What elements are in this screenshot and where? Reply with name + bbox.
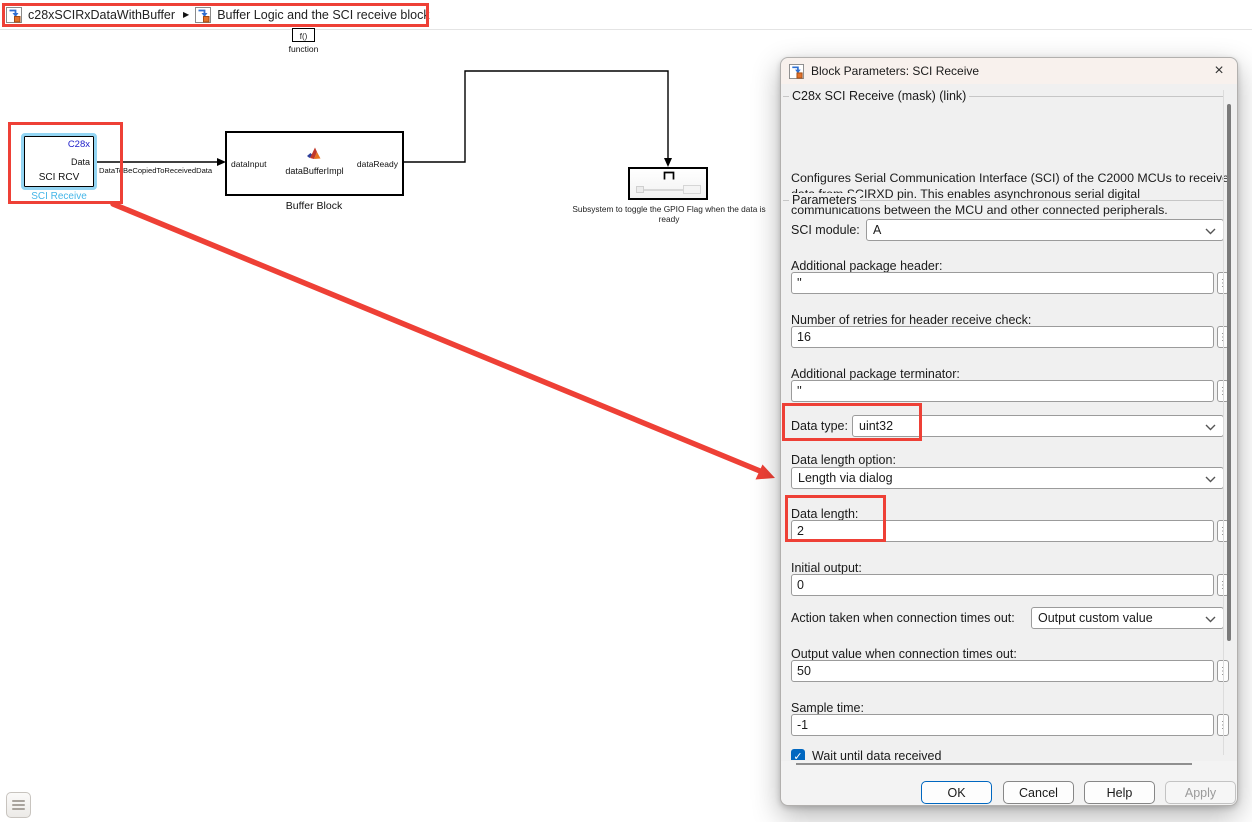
- package-terminator-input[interactable]: [791, 380, 1214, 402]
- matlab-logo-icon: [307, 146, 324, 160]
- data-length-option-label: Data length option:: [791, 453, 896, 467]
- initial-output-input[interactable]: [791, 574, 1214, 596]
- pulse-icon: [663, 171, 675, 180]
- breadcrumb: c28xSCIRxDataWithBuffer ▶ Buffer Logic a…: [0, 0, 1252, 30]
- chevron-down-icon: [1205, 424, 1216, 431]
- package-terminator-label: Additional package terminator:: [791, 367, 960, 381]
- data-length-option-select[interactable]: Length via dialog: [791, 467, 1224, 489]
- gpio-toggle-subsystem-block[interactable]: [628, 167, 708, 200]
- chevron-down-icon: [1205, 616, 1216, 623]
- subsystem-caption: Subsystem to toggle the GPIO Flag when t…: [563, 204, 775, 224]
- sci-receive-block[interactable]: C28x Data SCI RCV: [24, 136, 94, 187]
- block-parameters-dialog: Block Parameters: SCI Receive × C28x SCI…: [780, 57, 1238, 806]
- mask-group-title: C28x SCI Receive (mask) (link): [789, 89, 969, 103]
- sci-block-name: SCI RCV: [25, 172, 93, 183]
- buffer-impl-label: dataBufferImpl: [227, 166, 402, 176]
- vertical-scrollbar-thumb[interactable]: [1227, 104, 1231, 641]
- ok-button[interactable]: OK: [921, 781, 992, 804]
- timeout-action-value: Output custom value: [1038, 611, 1153, 625]
- simulink-block-icon: [789, 64, 804, 79]
- package-header-input[interactable]: [791, 272, 1214, 294]
- cancel-button[interactable]: Cancel: [1003, 781, 1074, 804]
- simulink-subsystem-icon: [195, 7, 211, 23]
- breadcrumb-label: Buffer Logic and the SCI receive block: [217, 8, 429, 22]
- breadcrumb-item-subsystem[interactable]: Buffer Logic and the SCI receive block: [195, 7, 429, 23]
- chevron-down-icon: [1205, 476, 1216, 483]
- sci-module-label: SCI module:: [791, 223, 860, 237]
- sample-time-input[interactable]: [791, 714, 1214, 736]
- breadcrumb-label: c28xSCIRxDataWithBuffer: [28, 8, 175, 22]
- wait-until-data-received-row: ✓ Wait until data received: [791, 749, 1211, 760]
- sci-module-select[interactable]: A: [866, 219, 1224, 241]
- sci-out-port-label: Data: [71, 157, 90, 167]
- timeout-output-input[interactable]: [791, 660, 1214, 682]
- data-type-label: Data type:: [791, 419, 848, 433]
- footer-separator: [796, 763, 1192, 765]
- sci-module-value: A: [873, 223, 881, 237]
- sci-receive-caption: SCI Receive: [9, 191, 109, 202]
- subsystem-slider-box: [683, 185, 701, 194]
- timeout-action-label: Action taken when connection times out:: [791, 611, 1015, 625]
- buffer-block[interactable]: dataInput dataReady dataBufferImpl: [225, 131, 404, 196]
- retries-label: Number of retries for header receive che…: [791, 313, 1031, 327]
- data-length-input[interactable]: [791, 520, 1214, 542]
- dialog-title-bar[interactable]: Block Parameters: SCI Receive ×: [781, 58, 1237, 84]
- data-type-value: uint32: [859, 419, 893, 433]
- help-button[interactable]: Help: [1084, 781, 1155, 804]
- data-length-option-value: Length via dialog: [798, 471, 893, 485]
- dialog-title: Block Parameters: SCI Receive: [811, 64, 979, 78]
- wait-until-data-received-label: Wait until data received: [812, 749, 941, 760]
- timeout-action-select[interactable]: Output custom value: [1031, 607, 1224, 629]
- breadcrumb-item-model[interactable]: c28xSCIRxDataWithBuffer: [6, 7, 175, 23]
- close-icon[interactable]: ×: [1207, 60, 1231, 82]
- sci-c28x-tag: C28x: [68, 139, 90, 150]
- package-header-label: Additional package header:: [791, 259, 943, 273]
- function-block-caption: function: [272, 44, 335, 54]
- function-glyph: f(): [300, 32, 308, 41]
- parameters-group-title: Parameters: [789, 193, 860, 207]
- hide-explorer-bar-button[interactable]: [6, 792, 31, 818]
- checkbox-checked-icon[interactable]: ✓: [791, 749, 805, 760]
- signal-name-label[interactable]: DataToBeCopiedToReceivedData: [99, 166, 212, 175]
- annotation-arrow: [113, 204, 775, 480]
- breadcrumb-separator-icon: ▶: [183, 10, 189, 19]
- retries-input[interactable]: [791, 326, 1214, 348]
- buffer-block-caption: Buffer Block: [254, 200, 374, 212]
- timeout-output-label: Output value when connection times out:: [791, 647, 1017, 661]
- sample-time-label: Sample time:: [791, 701, 864, 715]
- data-type-select[interactable]: uint32: [852, 415, 1224, 437]
- scroll-gutter-line: [1223, 90, 1224, 755]
- apply-button[interactable]: Apply: [1165, 781, 1236, 804]
- data-length-label: Data length:: [791, 507, 858, 521]
- chevron-down-icon: [1205, 228, 1216, 235]
- simulink-model-icon: [6, 7, 22, 23]
- subsystem-slider-handle: [636, 186, 644, 193]
- function-block[interactable]: f(): [292, 28, 315, 42]
- initial-output-label: Initial output:: [791, 561, 862, 575]
